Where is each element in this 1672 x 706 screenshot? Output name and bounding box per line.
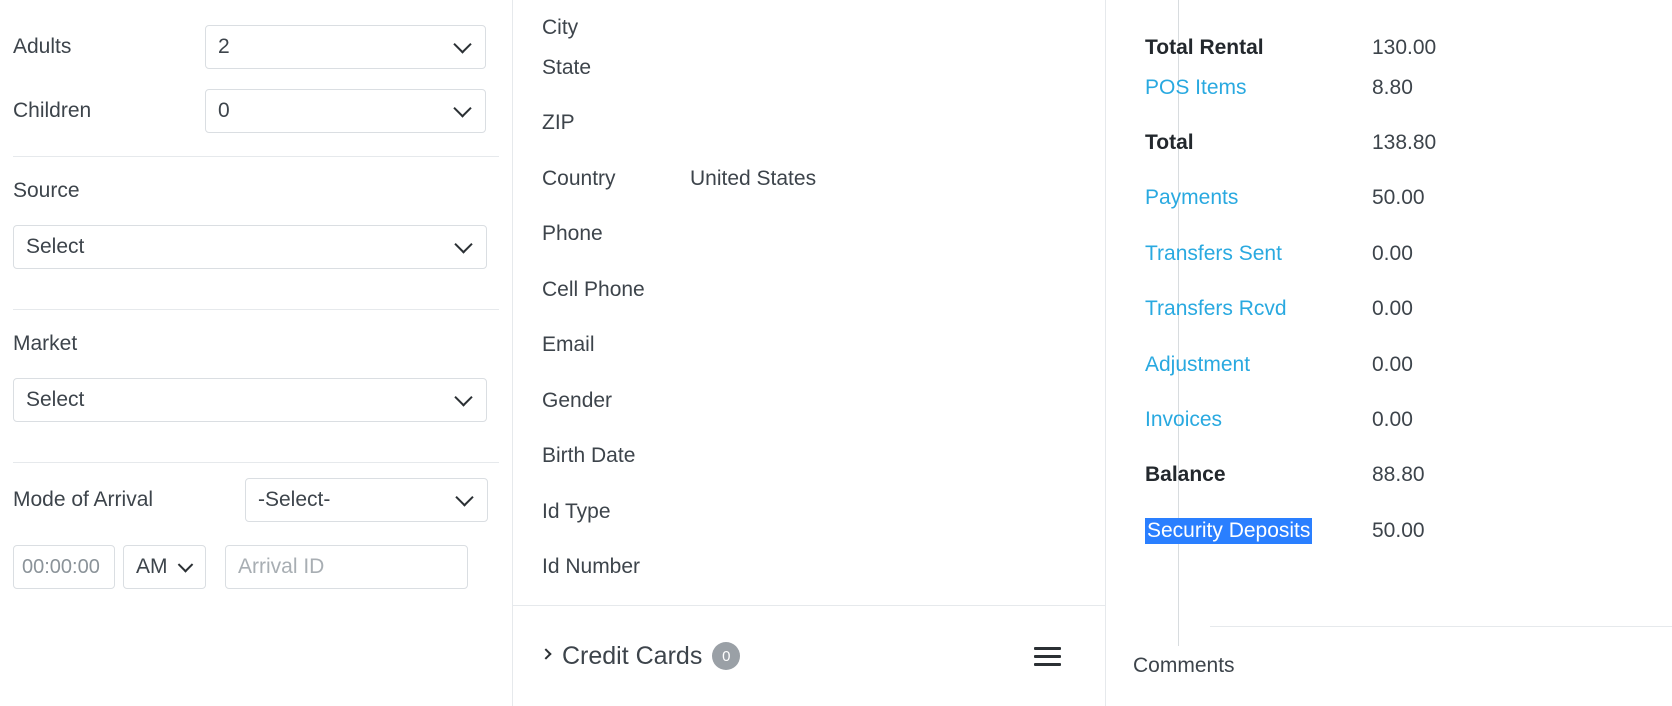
children-label: Children bbox=[13, 99, 92, 122]
chevron-right-icon bbox=[540, 647, 552, 660]
guest-field-label: Id Number bbox=[542, 555, 641, 579]
folio-row-label[interactable]: Adjustment bbox=[1145, 353, 1372, 377]
guest-field-list: City State ZIP Country United States Pho… bbox=[513, 0, 1105, 595]
arrival-id-input[interactable]: Arrival ID bbox=[225, 545, 468, 589]
guest-field-label: Phone bbox=[542, 222, 603, 246]
market-select[interactable]: Select bbox=[13, 378, 487, 422]
adults-select[interactable]: 2 bbox=[205, 24, 486, 69]
guest-field-row: Cell Phone bbox=[542, 262, 1105, 318]
guest-field-label: Id Type bbox=[542, 499, 611, 523]
hamburger-menu-icon[interactable] bbox=[1034, 646, 1061, 666]
guest-field-label: Birth Date bbox=[542, 444, 636, 468]
arrival-time-input[interactable]: 00:00:00 bbox=[13, 545, 115, 589]
source-select[interactable]: Select bbox=[13, 225, 487, 269]
source-label: Source bbox=[13, 179, 80, 202]
mode-of-arrival-value: -Select- bbox=[258, 488, 331, 511]
mode-of-arrival-label: Mode of Arrival bbox=[13, 488, 154, 511]
folio-row-pos-items: POS Items 8.80 bbox=[1145, 60, 1672, 115]
folio-row-total: Total 138.80 bbox=[1145, 115, 1672, 170]
folio-summary-panel: Total Rental 130.00 POS Items 8.80 Total… bbox=[1107, 0, 1672, 706]
credit-cards-count-badge: 0 bbox=[712, 642, 741, 670]
guest-field-row: State bbox=[542, 40, 1105, 96]
guest-field-row: Phone bbox=[542, 207, 1105, 263]
reservation-detail-screen: Adults 2 Children 0 Source Select Market… bbox=[0, 0, 1672, 706]
credit-cards-section-header[interactable]: Credit Cards 0 bbox=[513, 606, 1105, 706]
folio-row-transfers-sent: Transfers Sent 0.00 bbox=[1145, 226, 1672, 281]
guest-field-row: Country United States bbox=[542, 151, 1105, 207]
mode-of-arrival-row: Mode of Arrival -Select- bbox=[13, 463, 499, 537]
arrival-meridiem-value: AM bbox=[136, 555, 168, 578]
arrival-meridiem-select[interactable]: AM bbox=[123, 545, 206, 589]
folio-row-value: 0.00 bbox=[1372, 352, 1413, 376]
comments-label: Comments bbox=[1133, 654, 1235, 677]
folio-row-total-rental: Total Rental 130.00 bbox=[1145, 0, 1672, 60]
guest-details-panel: City State ZIP Country United States Pho… bbox=[512, 0, 1106, 706]
folio-row-invoices: Invoices 0.00 bbox=[1145, 392, 1672, 447]
folio-row-value: 88.80 bbox=[1372, 463, 1425, 487]
folio-row-label[interactable]: POS Items bbox=[1145, 76, 1372, 100]
market-label: Market bbox=[13, 332, 78, 355]
folio-row-label: Balance bbox=[1145, 463, 1226, 487]
folio-row-payments: Payments 50.00 bbox=[1145, 171, 1672, 226]
folio-row-label: Total bbox=[1145, 131, 1194, 155]
folio-row-label-wrap: Security Deposits bbox=[1145, 517, 1372, 544]
arrival-id-placeholder: Arrival ID bbox=[238, 555, 325, 578]
adults-row: Adults 2 bbox=[13, 20, 499, 73]
guest-field-row: Id Type bbox=[542, 484, 1105, 540]
folio-row-label: Total Rental bbox=[1145, 36, 1264, 59]
folio-row-value: 130.00 bbox=[1372, 36, 1437, 59]
guest-field-label: Country bbox=[542, 166, 616, 190]
folio-totals-list: Total Rental 130.00 POS Items 8.80 Total… bbox=[1145, 0, 1672, 559]
credit-cards-toggle[interactable]: Credit Cards 0 bbox=[540, 641, 741, 671]
arrival-time-row: 00:00:00 AM Arrival ID bbox=[13, 545, 499, 589]
hamburger-bar bbox=[1034, 654, 1061, 658]
market-select-value: Select bbox=[26, 388, 85, 411]
folio-row-label[interactable]: Payments bbox=[1145, 186, 1372, 210]
folio-row-label[interactable]: Security Deposits bbox=[1145, 517, 1313, 544]
folio-row-label[interactable]: Transfers Rcvd bbox=[1145, 297, 1372, 321]
mode-of-arrival-select[interactable]: -Select- bbox=[245, 478, 488, 522]
arrival-time-value: 00:00:00 bbox=[22, 555, 100, 578]
guest-field-label: Cell Phone bbox=[542, 277, 645, 301]
guest-field-label: State bbox=[542, 55, 592, 79]
folio-row-label[interactable]: Transfers Sent bbox=[1145, 242, 1372, 266]
folio-row-value: 50.00 bbox=[1372, 186, 1425, 210]
guest-field-row: ZIP bbox=[542, 96, 1105, 152]
children-row: Children 0 bbox=[13, 73, 499, 149]
folio-row-value: 0.00 bbox=[1372, 408, 1413, 432]
guest-field-label: ZIP bbox=[542, 111, 575, 135]
guest-field-row: City bbox=[542, 0, 1105, 40]
folio-row-adjustment: Adjustment 0.00 bbox=[1145, 337, 1672, 392]
children-select[interactable]: 0 bbox=[205, 89, 486, 133]
source-select-value: Select bbox=[26, 235, 85, 258]
guest-field-row: Email bbox=[542, 318, 1105, 374]
children-select-value: 0 bbox=[218, 99, 230, 122]
guest-field-label: City bbox=[542, 16, 579, 39]
divider-2 bbox=[13, 309, 499, 310]
folio-row-label[interactable]: Invoices bbox=[1145, 408, 1372, 432]
hamburger-bar bbox=[1034, 662, 1061, 666]
folio-row-value: 138.80 bbox=[1372, 131, 1437, 155]
folio-row-value: 0.00 bbox=[1372, 241, 1413, 265]
folio-row-value: 8.80 bbox=[1372, 75, 1413, 99]
guest-field-row: Birth Date bbox=[542, 429, 1105, 485]
adults-label: Adults bbox=[13, 34, 72, 58]
folio-row-value: 50.00 bbox=[1372, 518, 1425, 542]
hamburger-bar bbox=[1034, 646, 1061, 650]
folio-row-value: 0.00 bbox=[1372, 297, 1413, 321]
comments-divider bbox=[1210, 626, 1672, 627]
folio-row-transfers-rcvd: Transfers Rcvd 0.00 bbox=[1145, 282, 1672, 337]
guest-field-row: Gender bbox=[542, 373, 1105, 429]
guest-field-label: Gender bbox=[542, 388, 613, 412]
divider-1 bbox=[13, 156, 499, 157]
folio-row-security-deposits: Security Deposits 50.00 bbox=[1145, 503, 1672, 558]
credit-cards-title: Credit Cards bbox=[562, 641, 703, 670]
reservation-left-panel: Adults 2 Children 0 Source Select Market… bbox=[0, 0, 512, 706]
adults-select-value: 2 bbox=[218, 34, 230, 58]
guest-field-row: Id Number bbox=[542, 540, 1105, 596]
guest-field-value: United States bbox=[690, 166, 817, 190]
guest-field-label: Email bbox=[542, 333, 595, 357]
folio-row-balance: Balance 88.80 bbox=[1145, 448, 1672, 503]
